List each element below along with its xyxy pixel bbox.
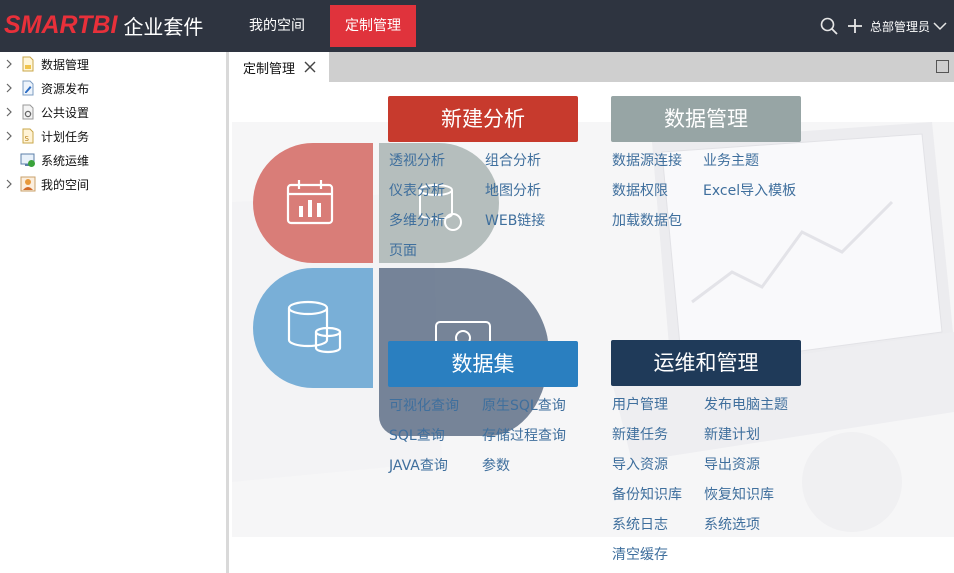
- data-management-icon: [22, 56, 34, 72]
- link-datasource-connection[interactable]: 数据源连接: [612, 152, 682, 170]
- link-composite-analysis[interactable]: 组合分析: [485, 152, 541, 170]
- link-pivot-analysis[interactable]: 透视分析: [389, 152, 445, 170]
- current-user[interactable]: 总部管理员: [870, 18, 930, 35]
- link-backup-knowledge-base[interactable]: 备份知识库: [612, 486, 682, 504]
- sidebar-item-label: 系统运维: [41, 153, 90, 168]
- chevron-right-icon[interactable]: [0, 173, 18, 195]
- sidebar-item-scheduled-task[interactable]: S 计划任务: [0, 125, 226, 147]
- link-restore-knowledge-base[interactable]: 恢复知识库: [704, 486, 774, 504]
- sidebar-item-public-settings[interactable]: 公共设置: [0, 101, 226, 123]
- sidebar: 数据管理 资源发布 公共设置 S 计划任务 系统运维 我的空间: [0, 52, 229, 573]
- link-olap-analysis[interactable]: 多维分析: [389, 212, 445, 230]
- sidebar-item-label: 资源发布: [41, 81, 90, 96]
- sidebar-item-label: 公共设置: [41, 105, 90, 120]
- link-business-theme[interactable]: 业务主题: [703, 152, 759, 170]
- resource-publish-icon: [22, 80, 34, 96]
- plus-icon[interactable]: [842, 0, 868, 52]
- tab-custom-management[interactable]: 定制管理: [232, 52, 329, 82]
- link-data-permission[interactable]: 数据权限: [612, 182, 668, 200]
- svg-text:S: S: [25, 135, 30, 143]
- maximize-button[interactable]: [936, 60, 949, 73]
- sidebar-item-my-space[interactable]: 我的空间: [0, 173, 226, 195]
- logo-mark: SMARTBI: [4, 10, 118, 39]
- link-new-schedule[interactable]: 新建计划: [704, 426, 760, 444]
- link-user-management[interactable]: 用户管理: [612, 396, 668, 414]
- link-web-link[interactable]: WEB链接: [485, 212, 545, 230]
- chevron-down-icon[interactable]: [930, 0, 950, 52]
- chevron-right-icon[interactable]: [0, 125, 18, 147]
- nav-custom-management[interactable]: 定制管理: [330, 5, 416, 47]
- tab-label: 定制管理: [243, 61, 296, 77]
- flower-illustration: [253, 143, 549, 436]
- chevron-right-icon[interactable]: [0, 53, 18, 75]
- public-settings-icon: [22, 104, 34, 120]
- new-analysis-header[interactable]: 新建分析: [388, 96, 578, 142]
- link-system-options[interactable]: 系统选项: [704, 516, 760, 534]
- link-new-task[interactable]: 新建任务: [612, 426, 668, 444]
- link-java-query[interactable]: JAVA查询: [389, 457, 448, 475]
- top-bar: SMARTBI 企业套件 我的空间 定制管理 总部管理员: [0, 0, 954, 52]
- search-icon[interactable]: [816, 0, 842, 52]
- link-page[interactable]: 页面: [389, 242, 417, 260]
- link-system-log[interactable]: 系统日志: [612, 516, 668, 534]
- app-logo[interactable]: SMARTBI 企业套件: [4, 8, 203, 42]
- link-dashboard-analysis[interactable]: 仪表分析: [389, 182, 445, 200]
- close-icon[interactable]: [304, 61, 316, 73]
- chevron-right-icon[interactable]: [0, 77, 18, 99]
- link-native-sql-query[interactable]: 原生SQL查询: [482, 397, 566, 415]
- link-excel-import-template[interactable]: Excel导入模板: [703, 182, 796, 200]
- link-sql-query[interactable]: SQL查询: [389, 427, 445, 445]
- nav-my-space[interactable]: 我的空间: [234, 5, 320, 47]
- ops-management-header[interactable]: 运维和管理: [611, 340, 801, 386]
- link-export-resource[interactable]: 导出资源: [704, 456, 760, 474]
- link-import-resource[interactable]: 导入资源: [612, 456, 668, 474]
- chevron-right-icon[interactable]: [0, 101, 18, 123]
- link-publish-pc-theme[interactable]: 发布电脑主题: [704, 396, 788, 414]
- sidebar-item-label: 计划任务: [41, 129, 90, 144]
- top-right-tools: 总部管理员: [816, 0, 954, 52]
- logo-suite-name: 企业套件: [123, 14, 204, 39]
- sidebar-item-label: 数据管理: [41, 57, 90, 72]
- sidebar-item-resource-publish[interactable]: 资源发布: [0, 77, 226, 99]
- link-stored-procedure-query[interactable]: 存储过程查询: [482, 427, 566, 445]
- my-space-icon: [20, 176, 36, 192]
- link-clear-cache[interactable]: 清空缓存: [612, 546, 668, 564]
- link-visual-query[interactable]: 可视化查询: [389, 397, 459, 415]
- scheduled-task-icon: S: [22, 128, 34, 144]
- link-parameter[interactable]: 参数: [482, 457, 510, 475]
- custom-management-panel: 新建分析 数据管理 数据集 运维和管理 透视分析 组合分析 仪表分析 地图分析 …: [232, 82, 954, 573]
- tab-strip: 定制管理: [232, 52, 954, 82]
- link-load-data-package[interactable]: 加载数据包: [612, 212, 682, 230]
- sidebar-item-data-management[interactable]: 数据管理: [0, 53, 226, 75]
- data-management-header[interactable]: 数据管理: [611, 96, 801, 142]
- sidebar-item-label: 我的空间: [41, 177, 90, 192]
- link-map-analysis[interactable]: 地图分析: [485, 182, 541, 200]
- dataset-header[interactable]: 数据集: [388, 341, 578, 387]
- sidebar-item-system-ops[interactable]: 系统运维: [0, 149, 226, 171]
- system-ops-icon: [20, 153, 35, 167]
